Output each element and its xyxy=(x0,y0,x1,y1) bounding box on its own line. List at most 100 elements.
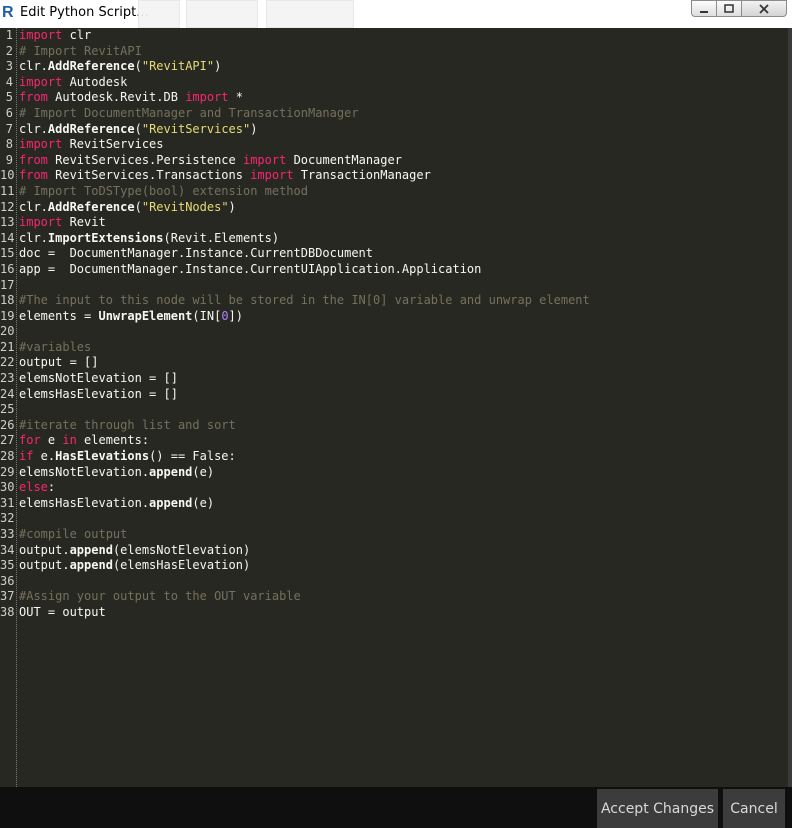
code-text[interactable]: import clr xyxy=(19,28,91,44)
code-line[interactable]: 32 xyxy=(0,511,590,527)
code-line[interactable]: 23 elemsNotElevation = [] xyxy=(0,371,590,387)
code-line[interactable]: 38 OUT = output xyxy=(0,605,590,621)
code-text[interactable]: from RevitServices.Persistence import Do… xyxy=(19,153,402,169)
code-text[interactable]: output.append(elemsNotElevation) xyxy=(19,543,250,559)
code-line[interactable]: 6 # Import DocumentManager and Transactio… xyxy=(0,106,590,122)
code-line[interactable]: 5 from Autodesk.Revit.DB import * xyxy=(0,90,590,106)
code-text[interactable]: output.append(elemsHasElevation) xyxy=(19,558,250,574)
code-line[interactable]: 18 #The input to this node will be stored… xyxy=(0,293,590,309)
code-line[interactable]: 22 output = [] xyxy=(0,355,590,371)
code-line[interactable]: 21 #variables xyxy=(0,340,590,356)
revit-icon: R xyxy=(2,4,14,21)
close-button[interactable] xyxy=(741,0,787,17)
accept-changes-button[interactable]: Accept Changes xyxy=(597,789,718,828)
code-token: ( xyxy=(134,59,142,74)
code-editor[interactable]: 1 import clr 2 # Import RevitAPI 3 clr.AddRef… xyxy=(0,28,788,787)
code-text[interactable]: #iterate through list and sort xyxy=(19,418,236,434)
code-line[interactable]: 15 doc = DocumentManager.Instance.Current… xyxy=(0,246,590,262)
code-text[interactable]: elements = UnwrapElement(IN[0]) xyxy=(19,309,243,325)
code-token: : xyxy=(47,480,56,495)
code-token: AddReference xyxy=(47,199,135,214)
code-text[interactable]: from RevitServices.Transactions import T… xyxy=(19,168,431,184)
code-text[interactable]: elemsNotElevation.append(e) xyxy=(19,465,214,481)
code-text[interactable]: elemsHasElevation.append(e) xyxy=(19,496,214,512)
line-number: 36 xyxy=(0,573,15,588)
code-line[interactable]: 11 # Import ToDSType(bool) extension meth… xyxy=(0,184,590,200)
code-line[interactable]: 27 for e in elements: xyxy=(0,433,590,449)
code-token: ) xyxy=(214,59,222,74)
code-token: output = [] xyxy=(19,355,99,370)
code-token: append xyxy=(69,558,113,573)
code-line[interactable]: 17 xyxy=(0,278,590,294)
line-number: 33 xyxy=(0,527,15,541)
code-line[interactable]: 1 import clr xyxy=(0,28,590,44)
code-text[interactable]: app = DocumentManager.Instance.CurrentUI… xyxy=(19,262,481,278)
code-text[interactable]: if e.HasElevations() == False: xyxy=(19,449,236,465)
line-number: 31 xyxy=(0,495,15,510)
scrollbar[interactable] xyxy=(788,28,792,787)
code-line[interactable]: 26 #iterate through list and sort xyxy=(0,418,590,434)
line-number: 13 xyxy=(0,215,15,230)
code-token: ( xyxy=(134,121,142,136)
code-text[interactable]: clr.AddReference("RevitAPI") xyxy=(19,59,221,75)
code-line[interactable]: 33 #compile output xyxy=(0,527,590,543)
code-text[interactable]: #The input to this node will be stored i… xyxy=(19,293,590,309)
code-text[interactable]: import RevitServices xyxy=(19,137,164,153)
code-line[interactable]: 10 from RevitServices.Transactions import… xyxy=(0,168,590,184)
code-line[interactable]: 35 output.append(elemsHasElevation) xyxy=(0,558,590,574)
code-text[interactable]: OUT = output xyxy=(19,605,106,621)
code-text[interactable]: #Assign your output to the OUT variable xyxy=(19,589,301,605)
code-line[interactable]: 7 clr.AddReference("RevitServices") xyxy=(0,122,590,138)
code-line[interactable]: 16 app = DocumentManager.Instance.Current… xyxy=(0,262,590,278)
line-number: 17 xyxy=(0,277,15,292)
code-text[interactable]: # Import RevitAPI xyxy=(19,44,142,60)
code-line[interactable]: 25 xyxy=(0,402,590,418)
code-token: "RevitAPI" xyxy=(141,59,215,74)
code-text[interactable]: output = [] xyxy=(19,355,98,371)
code-line[interactable]: 4 import Autodesk xyxy=(0,75,590,91)
code-text[interactable]: import Autodesk xyxy=(19,75,127,91)
code-line[interactable]: 30 else: xyxy=(0,480,590,496)
maximize-icon xyxy=(724,3,734,13)
code-text[interactable]: elemsNotElevation = [] xyxy=(19,371,178,387)
code-line[interactable]: 9 from RevitServices.Persistence import D… xyxy=(0,153,590,169)
code-text[interactable]: elemsHasElevation = [] xyxy=(19,387,178,403)
code-line[interactable]: 34 output.append(elemsNotElevation) xyxy=(0,543,590,559)
code-text[interactable]: clr.ImportExtensions(Revit.Elements) xyxy=(19,231,279,247)
code-line[interactable]: 19 elements = UnwrapElement(IN[0]) xyxy=(0,309,590,325)
code-text[interactable]: clr.AddReference("RevitNodes") xyxy=(19,200,236,216)
code-line[interactable]: 13 import Revit xyxy=(0,215,590,231)
maximize-button[interactable] xyxy=(716,0,742,17)
code-text[interactable]: doc = DocumentManager.Instance.CurrentDB… xyxy=(19,246,373,262)
line-number: 9 xyxy=(5,152,13,167)
code-line[interactable]: 31 elemsHasElevation.append(e) xyxy=(0,496,590,512)
code-line[interactable]: 24 elemsHasElevation = [] xyxy=(0,387,590,403)
code-text[interactable]: import Revit xyxy=(19,215,106,231)
background-window-ghost xyxy=(266,0,354,28)
code-line[interactable]: 2 # Import RevitAPI xyxy=(0,44,590,60)
code-text[interactable]: clr.AddReference("RevitServices") xyxy=(19,122,257,138)
code-line[interactable]: 8 import RevitServices xyxy=(0,137,590,153)
code-text[interactable]: # Import DocumentManager and Transaction… xyxy=(19,106,359,122)
code-token: 0 xyxy=(221,308,229,323)
code-text[interactable]: #compile output xyxy=(19,527,127,543)
code-token: if xyxy=(19,449,34,464)
line-number: 23 xyxy=(0,371,15,386)
title-bar[interactable]: R Edit Python Script... xyxy=(0,0,792,29)
cancel-button[interactable]: Cancel xyxy=(723,789,785,828)
line-number: 8 xyxy=(5,137,13,152)
code-text[interactable]: from Autodesk.Revit.DB import * xyxy=(19,90,243,106)
code-line[interactable]: 20 xyxy=(0,324,590,340)
code-line[interactable]: 12 clr.AddReference("RevitNodes") xyxy=(0,200,590,216)
code-text[interactable]: #variables xyxy=(19,340,91,356)
code-text[interactable]: for e in elements: xyxy=(19,433,149,449)
code-line[interactable]: 14 clr.ImportExtensions(Revit.Elements) xyxy=(0,231,590,247)
code-line[interactable]: 3 clr.AddReference("RevitAPI") xyxy=(0,59,590,75)
code-line[interactable]: 37 #Assign your output to the OUT variabl… xyxy=(0,589,590,605)
code-text[interactable]: else: xyxy=(19,480,55,496)
minimize-button[interactable] xyxy=(691,0,717,17)
code-line[interactable]: 29 elemsNotElevation.append(e) xyxy=(0,465,590,481)
code-text[interactable]: # Import ToDSType(bool) extension method xyxy=(19,184,308,200)
code-line[interactable]: 28 if e.HasElevations() == False: xyxy=(0,449,590,465)
code-line[interactable]: 36 xyxy=(0,574,590,590)
